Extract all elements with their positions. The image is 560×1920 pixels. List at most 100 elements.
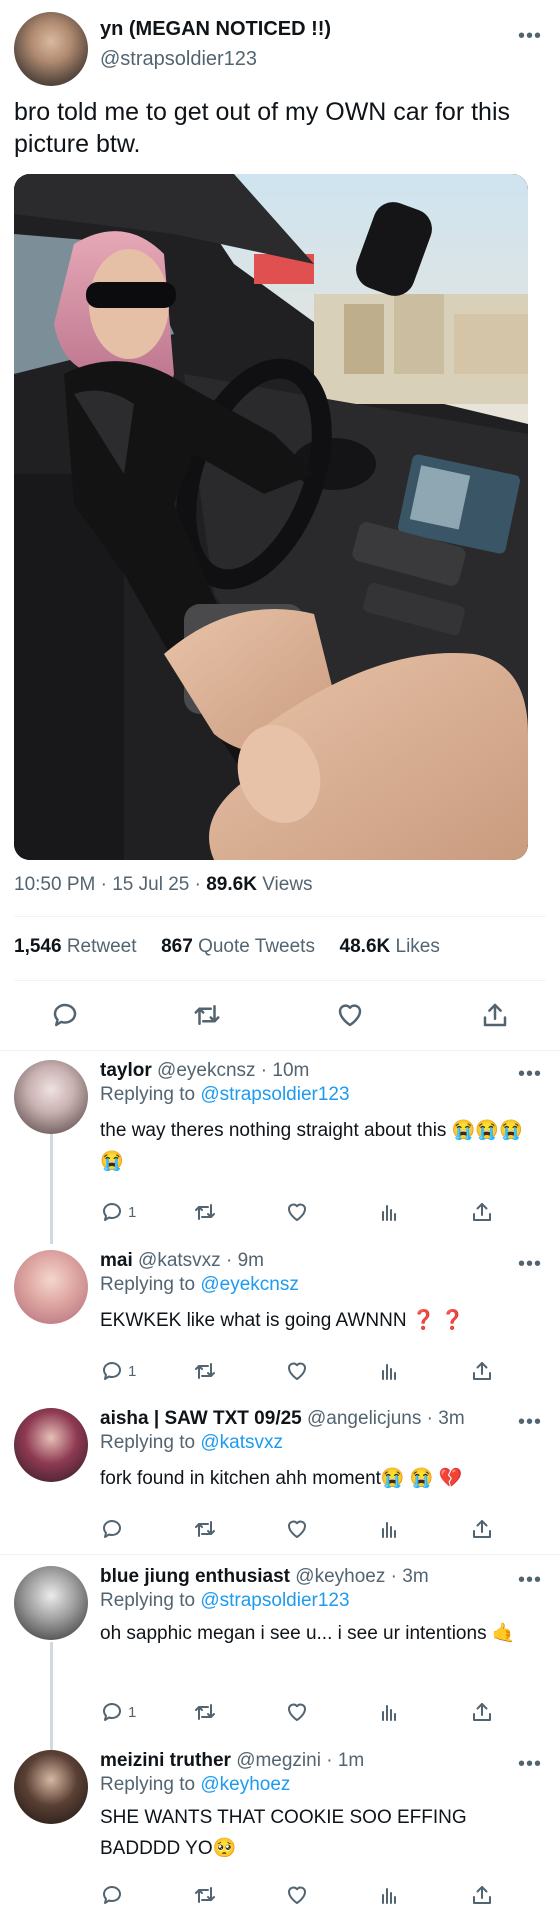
replying-to-handle[interactable]: @strapsoldier123 <box>200 1590 349 1611</box>
analytics-icon[interactable] <box>377 1882 401 1908</box>
replying-to-label: Replying to <box>100 1774 201 1795</box>
retweet-icon[interactable] <box>193 1882 217 1908</box>
author-avatar[interactable] <box>14 12 88 86</box>
share-icon[interactable] <box>470 1358 494 1384</box>
analytics-icon[interactable] <box>377 1358 401 1384</box>
retweet-icon[interactable] <box>193 1516 217 1542</box>
reply-handle[interactable]: @eyekcnsz <box>157 1060 256 1081</box>
reply-text: oh sapphic megan i see u... i see ur int… <box>100 1623 516 1644</box>
reply-handle[interactable]: @angelicjuns <box>307 1408 421 1429</box>
tweet-photo[interactable] <box>14 174 528 860</box>
like-icon[interactable] <box>285 1882 309 1908</box>
quotes-stat[interactable]: 867 Quote Tweets <box>161 936 315 957</box>
views-label: Views <box>256 874 313 895</box>
analytics-icon[interactable] <box>377 1516 401 1542</box>
reply-display-name[interactable]: taylor <box>100 1060 152 1081</box>
replying-to-handle[interactable]: @strapsoldier123 <box>200 1084 349 1105</box>
replying-to-handle[interactable]: @keyhoez <box>200 1774 290 1795</box>
reply-action-bar <box>100 1882 520 1908</box>
replying-to-label: Replying to <box>100 1274 201 1295</box>
more-options-icon[interactable]: ••• <box>518 1754 542 1774</box>
reply-avatar[interactable] <box>14 1408 88 1482</box>
retweet-icon[interactable] <box>193 1199 217 1225</box>
more-options-icon[interactable]: ••• <box>518 26 542 46</box>
replying-to: Replying to @strapsoldier123 <box>100 1590 350 1612</box>
like-icon[interactable] <box>285 1358 309 1384</box>
reply-avatar[interactable] <box>14 1060 88 1134</box>
reply-time: 1m <box>337 1750 365 1771</box>
quotes-label: Quote Tweets <box>198 936 315 957</box>
reply-count: 1 <box>128 1203 137 1221</box>
reply-button[interactable]: 1 <box>100 1699 136 1725</box>
like-icon[interactable] <box>285 1516 309 1542</box>
dot-separator: · <box>255 1060 273 1081</box>
reply-button[interactable]: 1 <box>100 1358 136 1384</box>
reply-tweet[interactable]: blue jiung enthusiast @keyhoez · 3m ••• … <box>0 1556 560 1746</box>
replying-to: Replying to @keyhoez <box>100 1774 290 1796</box>
more-options-icon[interactable]: ••• <box>518 1254 542 1274</box>
tweet-timestamp-views: 10:50 PM · 15 Jul 25 · 89.6K Views <box>14 874 313 896</box>
reply-display-name[interactable]: blue jiung enthusiast <box>100 1566 290 1587</box>
share-icon[interactable] <box>480 1000 510 1030</box>
reply-handle[interactable]: @keyhoez <box>295 1566 385 1587</box>
likes-label: Likes <box>395 936 440 957</box>
likes-stat[interactable]: 48.6K Likes <box>340 936 440 957</box>
reply-time: 3m <box>438 1408 465 1429</box>
reply-handle[interactable]: @megzini <box>236 1750 321 1771</box>
retweet-icon[interactable] <box>193 1358 217 1384</box>
reply-button[interactable]: 1 <box>100 1199 136 1225</box>
replying-to: Replying to @katsvxz <box>100 1432 283 1454</box>
analytics-icon[interactable] <box>377 1699 401 1725</box>
reply-author: mai @katsvxz · 9m <box>100 1250 264 1272</box>
reply-icon[interactable] <box>100 1516 124 1542</box>
reply-icon[interactable] <box>100 1882 124 1908</box>
share-icon[interactable] <box>470 1699 494 1725</box>
retweets-stat[interactable]: 1,546 Retweet <box>14 936 137 957</box>
reply-handle[interactable]: @katsvxz <box>138 1250 221 1271</box>
reply-avatar[interactable] <box>14 1566 88 1640</box>
dot-separator: · <box>385 1566 403 1587</box>
replying-to: Replying to @strapsoldier123 <box>100 1084 350 1106</box>
more-options-icon[interactable]: ••• <box>518 1412 542 1432</box>
share-icon[interactable] <box>470 1882 494 1908</box>
replying-to-handle[interactable]: @katsvxz <box>200 1432 283 1453</box>
share-icon[interactable] <box>470 1199 494 1225</box>
divider <box>14 980 546 981</box>
likes-count: 48.6K <box>339 936 391 957</box>
like-icon[interactable] <box>285 1199 309 1225</box>
reply-tweet[interactable]: aisha | SAW TXT 09/25 @angelicjuns · 3m … <box>0 1398 560 1556</box>
divider <box>0 1554 560 1555</box>
reply-tweet[interactable]: mai @katsvxz · 9m ••• Replying to @eyekc… <box>0 1240 560 1400</box>
reply-author: aisha | SAW TXT 09/25 @angelicjuns · 3m <box>100 1408 465 1430</box>
reply-text: the way theres nothing straight about th… <box>100 1120 523 1172</box>
like-icon[interactable] <box>335 1000 365 1030</box>
reply-tweet[interactable]: meizini truther @megzini · 1m ••• Replyi… <box>0 1740 560 1920</box>
reply-count: 1 <box>128 1362 137 1380</box>
reply-author: blue jiung enthusiast @keyhoez · 3m <box>100 1566 429 1588</box>
reply-display-name[interactable]: aisha | SAW TXT 09/25 <box>100 1408 302 1429</box>
analytics-icon[interactable] <box>377 1199 401 1225</box>
car-interior-photo-illustration <box>14 174 528 860</box>
author-handle[interactable]: @strapsoldier123 <box>100 48 257 71</box>
like-icon[interactable] <box>285 1699 309 1725</box>
more-options-icon[interactable]: ••• <box>518 1570 542 1590</box>
reply-author: meizini truther @megzini · 1m <box>100 1750 364 1772</box>
reply-time: 9m <box>237 1250 264 1271</box>
divider <box>14 916 546 917</box>
retweet-icon[interactable] <box>192 1000 222 1030</box>
reply-icon[interactable] <box>50 1000 80 1030</box>
reply-action-bar <box>100 1516 520 1542</box>
reply-display-name[interactable]: meizini truther <box>100 1750 231 1771</box>
reply-avatar[interactable] <box>14 1750 88 1824</box>
replying-to-handle[interactable]: @eyekcnsz <box>200 1274 299 1295</box>
reply-avatar[interactable] <box>14 1250 88 1324</box>
retweets-count: 1,546 <box>14 936 62 957</box>
more-options-icon[interactable]: ••• <box>518 1064 542 1084</box>
reply-tweet[interactable]: taylor @eyekcnsz · 10m ••• Replying to @… <box>0 1050 560 1244</box>
reply-display-name[interactable]: mai <box>100 1250 133 1271</box>
share-icon[interactable] <box>470 1516 494 1542</box>
dot-separator: · <box>220 1250 238 1271</box>
tweet-text: bro told me to get out of my OWN car for… <box>14 98 511 158</box>
author-display-name[interactable]: yn (MEGAN NOTICED !!) <box>100 18 331 41</box>
retweet-icon[interactable] <box>193 1699 217 1725</box>
